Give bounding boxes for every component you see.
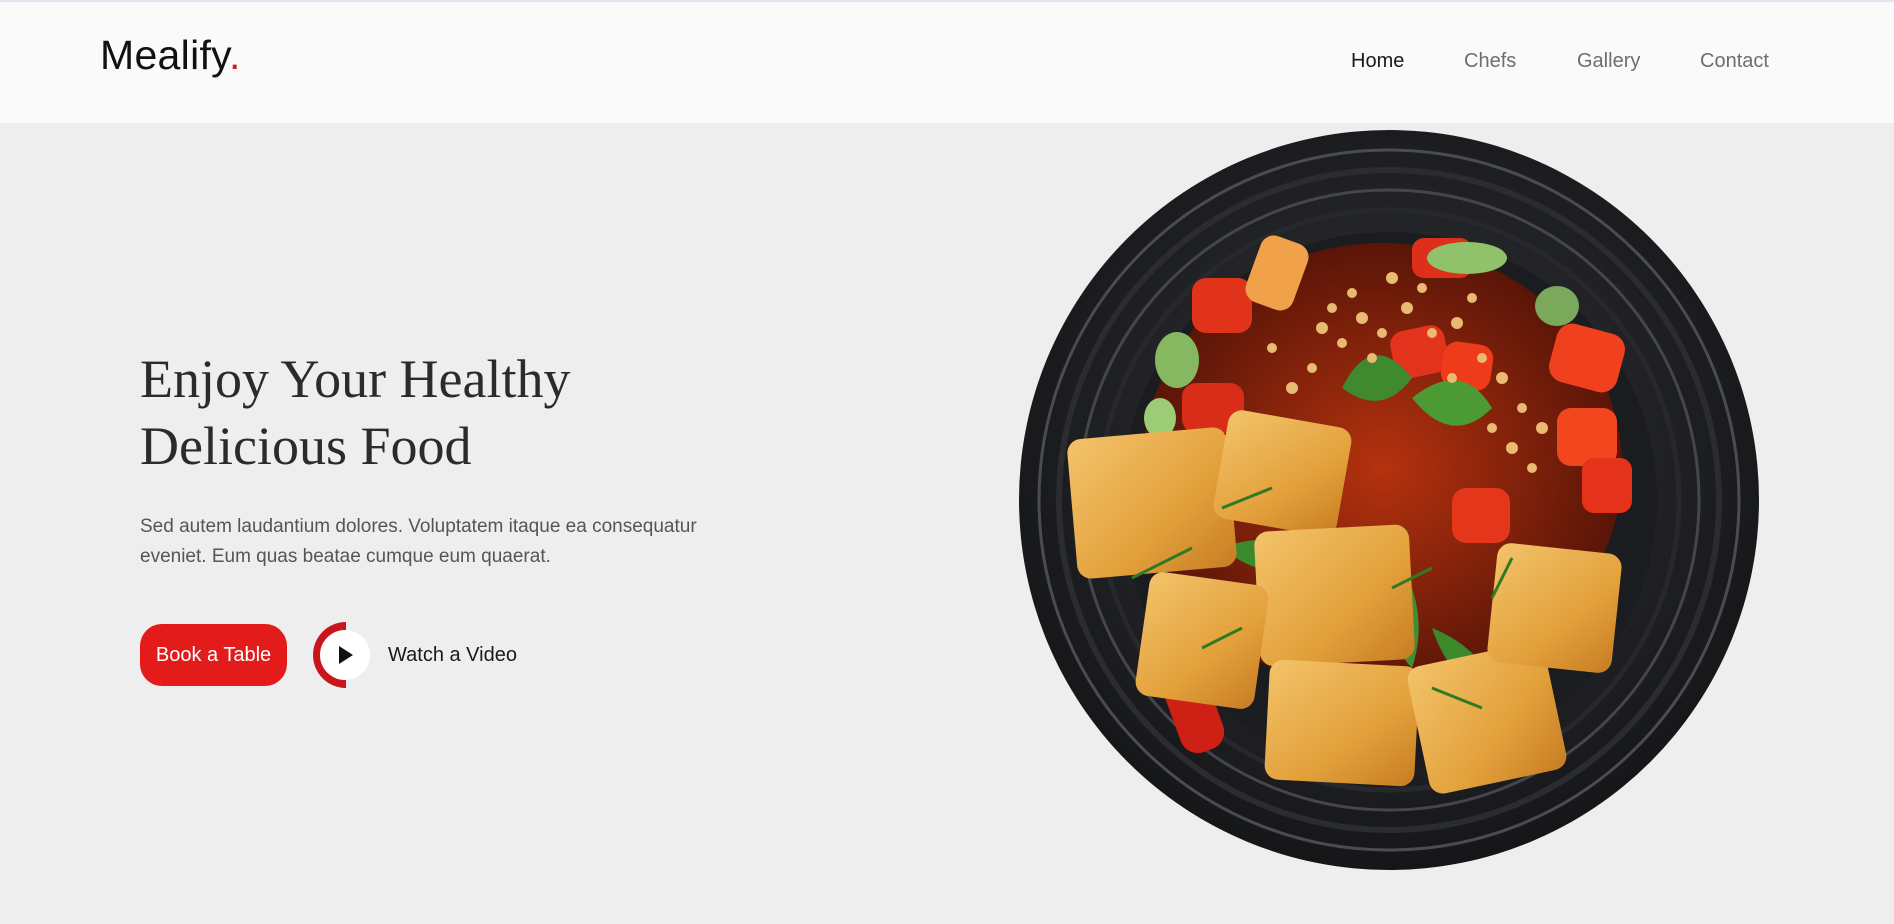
hero-title-line2: Delicious Food <box>140 416 472 476</box>
food-dish-image <box>1012 128 1762 874</box>
bottom-bar <box>0 920 1894 924</box>
hero-subtitle-line2: eveniet. Eum quas beatae cumque eum quae… <box>140 546 551 567</box>
hero-title: Enjoy Your Healthy Delicious Food <box>140 346 740 480</box>
hero-title-line1: Enjoy Your Healthy <box>140 349 571 409</box>
book-table-button[interactable]: Book a Table <box>140 624 287 686</box>
hero-subtitle: Sed autem laudantium dolores. Voluptatem… <box>140 512 750 572</box>
watch-video-button[interactable]: Watch a Video <box>310 620 530 690</box>
hero-section: Enjoy Your Healthy Delicious Food Sed au… <box>0 0 1894 870</box>
watch-video-label: Watch a Video <box>388 643 517 666</box>
hero-subtitle-line1: Sed autem laudantium dolores. Voluptatem… <box>140 516 697 537</box>
play-icon[interactable] <box>310 620 372 690</box>
